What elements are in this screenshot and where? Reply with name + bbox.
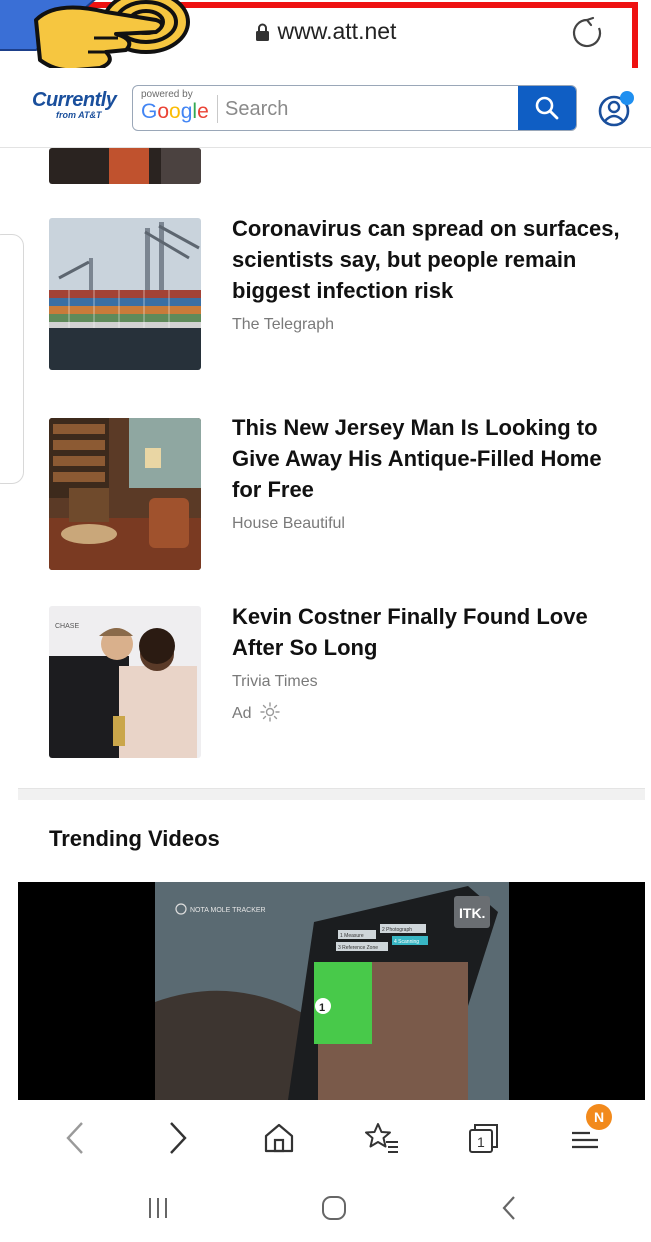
svg-text:4 Scanning: 4 Scanning bbox=[394, 939, 419, 945]
svg-text:1 Measure: 1 Measure bbox=[340, 933, 364, 939]
forward-button[interactable] bbox=[156, 1116, 200, 1160]
star-list-icon bbox=[365, 1123, 398, 1153]
google-logo: Google bbox=[141, 100, 209, 123]
back-arrow-icon bbox=[502, 1196, 515, 1220]
site-header: Currently from AT&T powered by Google bbox=[0, 68, 651, 148]
currently-logo[interactable]: Currently from AT&T bbox=[32, 90, 128, 121]
article-title[interactable]: This New Jersey Man Is Looking to Give A… bbox=[232, 412, 627, 505]
tabs-icon: 1 bbox=[469, 1124, 498, 1153]
system-home-button[interactable] bbox=[312, 1186, 356, 1230]
back-button[interactable] bbox=[53, 1116, 97, 1160]
search-divider bbox=[217, 95, 218, 123]
article-source: House Beautiful bbox=[232, 515, 345, 532]
search-icon bbox=[535, 96, 559, 120]
article-source: Trivia Times bbox=[232, 673, 318, 690]
bookmarks-button[interactable] bbox=[360, 1116, 404, 1160]
trending-videos-heading: Trending Videos bbox=[49, 826, 220, 851]
svg-text:3 Reference Zone: 3 Reference Zone bbox=[338, 945, 378, 951]
svg-text:1: 1 bbox=[319, 1002, 325, 1014]
article-source: The Telegraph bbox=[232, 316, 334, 333]
account-icon[interactable] bbox=[597, 90, 635, 128]
logo-main-text: Currently bbox=[32, 89, 117, 111]
search-box: powered by Google bbox=[132, 85, 577, 131]
chevron-left-icon bbox=[66, 1122, 83, 1154]
ad-label-text: Ad bbox=[232, 705, 252, 722]
menu-notification-badge: N bbox=[586, 1104, 612, 1130]
svg-text:ITK.: ITK. bbox=[459, 905, 485, 921]
ad-label: Ad bbox=[232, 702, 280, 723]
article-image[interactable] bbox=[49, 418, 201, 570]
recent-apps-button[interactable] bbox=[136, 1186, 180, 1230]
browser-toolbar: 1 bbox=[0, 1100, 651, 1174]
search-input[interactable] bbox=[225, 94, 515, 124]
system-back-button[interactable] bbox=[487, 1186, 531, 1230]
svg-text:NOTA MOLE TRACKER: NOTA MOLE TRACKER bbox=[190, 907, 266, 914]
article-title[interactable]: Coronavirus can spread on surfaces, scie… bbox=[232, 213, 627, 306]
search-button[interactable] bbox=[518, 86, 576, 130]
logo-sub-text: from AT&T bbox=[56, 110, 102, 120]
recent-apps-icon bbox=[149, 1198, 167, 1218]
home-icon bbox=[264, 1123, 294, 1153]
svg-text:2 Photograph: 2 Photograph bbox=[382, 927, 412, 933]
system-navigation-bar bbox=[0, 1174, 651, 1242]
svg-text:1: 1 bbox=[477, 1134, 485, 1150]
article-image[interactable]: CHASE bbox=[49, 606, 201, 758]
video-player[interactable]: 1 1 Measure 2 Photograph 3 Reference Zon… bbox=[18, 882, 645, 1100]
home-button[interactable] bbox=[257, 1116, 301, 1160]
side-panel-handle[interactable] bbox=[0, 234, 24, 484]
section-divider bbox=[18, 788, 645, 800]
previous-article-image[interactable] bbox=[49, 148, 201, 184]
home-circle-icon bbox=[322, 1196, 346, 1220]
article-image[interactable] bbox=[49, 218, 201, 370]
article-title[interactable]: Kevin Costner Finally Found Love After S… bbox=[232, 601, 627, 663]
powered-by-label: powered by bbox=[141, 89, 193, 100]
chevron-right-icon bbox=[170, 1122, 187, 1154]
tabs-button[interactable]: 1 bbox=[462, 1116, 506, 1160]
ad-choices-icon[interactable] bbox=[260, 702, 280, 722]
svg-text:CHASE: CHASE bbox=[55, 623, 79, 630]
